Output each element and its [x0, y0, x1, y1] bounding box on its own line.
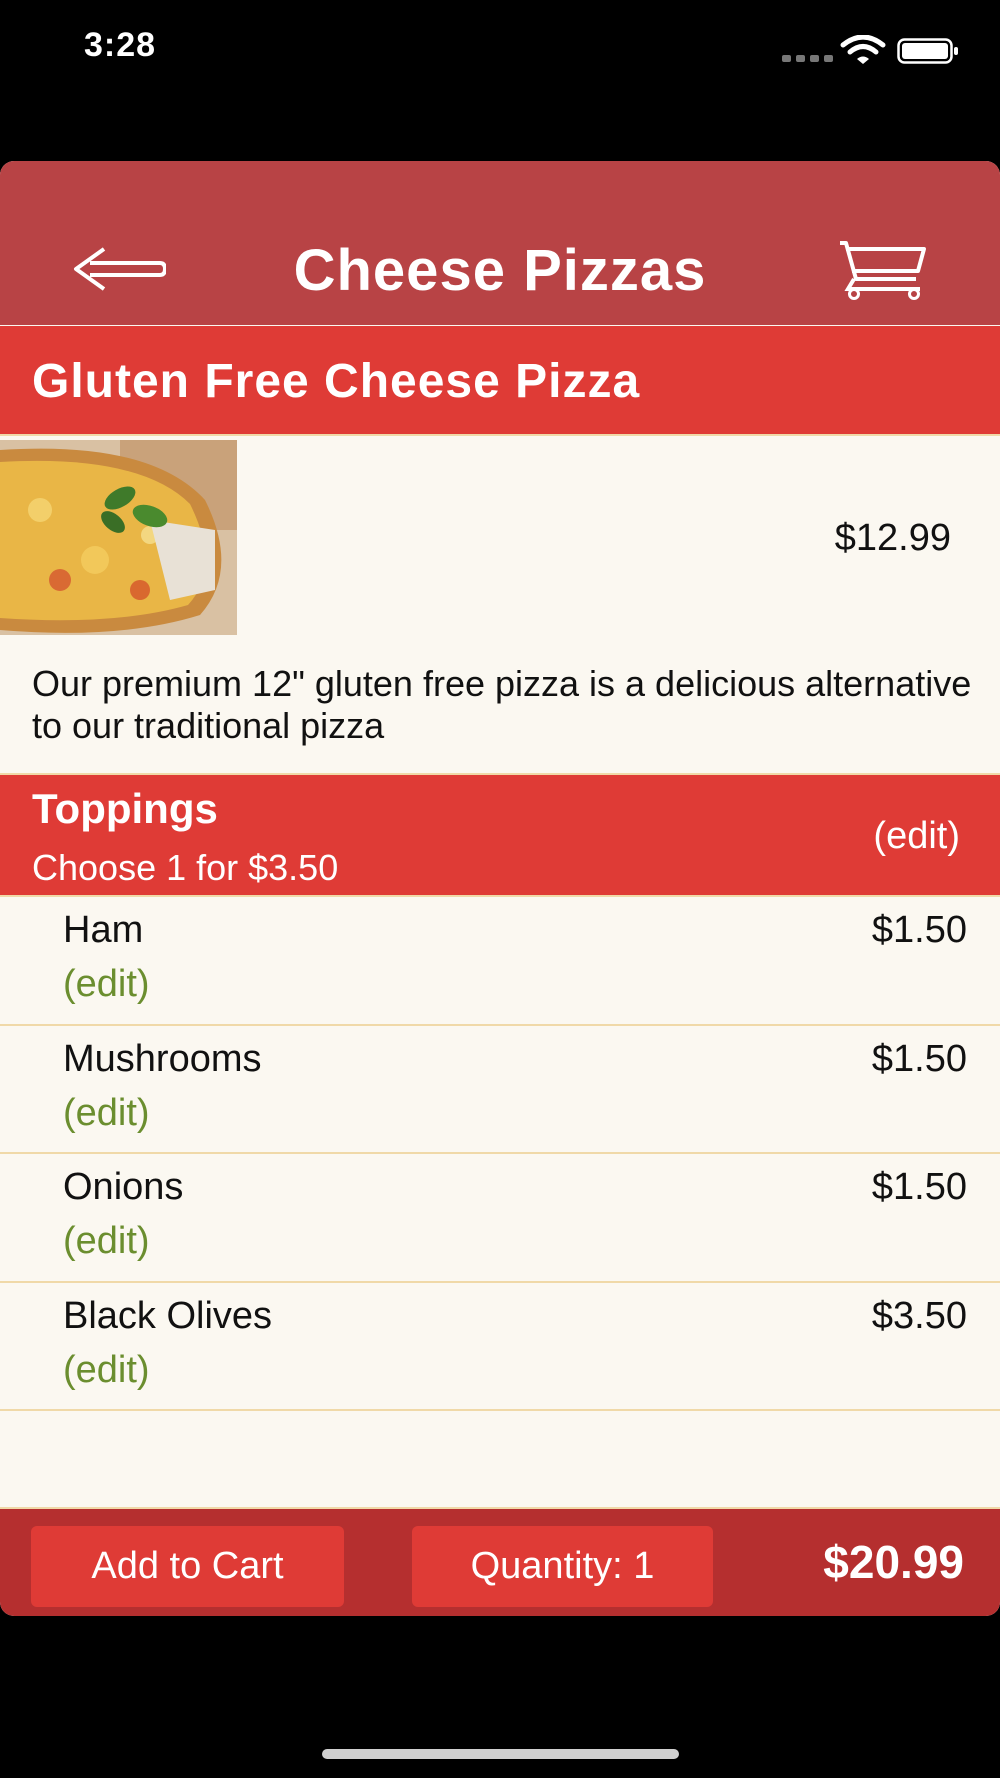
topping-price: $3.50	[871, 1294, 967, 1337]
topping-list: Ham (edit) $1.50 Mushrooms (edit) $1.50 …	[0, 897, 1000, 1411]
home-indicator[interactable]	[322, 1749, 679, 1759]
topping-row-onions[interactable]: Onions (edit) $1.50	[0, 1154, 1000, 1283]
cart-icon	[840, 241, 926, 300]
topping-price: $1.50	[871, 1166, 967, 1208]
nav-bar: Cheese Pizzas	[0, 161, 1000, 325]
topping-price: $1.50	[871, 1037, 967, 1080]
topping-row-black-olives[interactable]: Black Olives (edit) $3.50	[0, 1283, 1000, 1411]
pizza-photo	[0, 440, 237, 635]
item-header: Gluten Free Cheese Pizza	[0, 326, 1000, 436]
wifi-icon	[840, 35, 886, 64]
cart-button[interactable]	[838, 239, 928, 301]
quantity-button[interactable]: Quantity: 1	[412, 1526, 713, 1607]
toppings-title: Toppings	[32, 785, 218, 832]
cellular-signal-icon	[782, 55, 833, 62]
item-price: $12.99	[834, 517, 951, 559]
toppings-edit-link[interactable]: (edit)	[873, 815, 960, 858]
order-total: $20.99	[823, 1536, 964, 1588]
status-time: 3:28	[84, 26, 157, 64]
footer-bar: Add to Cart Quantity: 1 $20.99	[0, 1507, 1000, 1616]
topping-name: Onions	[63, 1166, 184, 1208]
item-name: Gluten Free Cheese Pizza	[32, 355, 641, 408]
topping-name: Mushrooms	[63, 1037, 262, 1080]
topping-edit-link[interactable]: (edit)	[63, 1349, 150, 1392]
topping-row-mushrooms[interactable]: Mushrooms (edit) $1.50	[0, 1026, 1000, 1154]
topping-row-ham[interactable]: Ham (edit) $1.50	[0, 897, 1000, 1026]
topping-name: Black Olives	[63, 1294, 273, 1337]
topping-price: $1.50	[871, 909, 967, 951]
topping-edit-link[interactable]: (edit)	[63, 1220, 150, 1263]
add-to-cart-button[interactable]: Add to Cart	[31, 1526, 344, 1607]
status-bar: 3:28	[0, 0, 1000, 100]
topping-edit-link[interactable]: (edit)	[63, 1092, 150, 1135]
toppings-header: Toppings Choose 1 for $3.50 (edit)	[0, 773, 1000, 897]
toppings-subtitle: Choose 1 for $3.50	[32, 847, 339, 888]
battery-icon	[897, 38, 958, 64]
topping-name: Ham	[63, 909, 144, 951]
topping-edit-link[interactable]: (edit)	[63, 963, 150, 1006]
app-screen: Cheese Pizzas Gluten Free Cheese Pizza $…	[0, 161, 1000, 1616]
item-description: Our premium 12" gluten free pizza is a d…	[32, 663, 972, 746]
